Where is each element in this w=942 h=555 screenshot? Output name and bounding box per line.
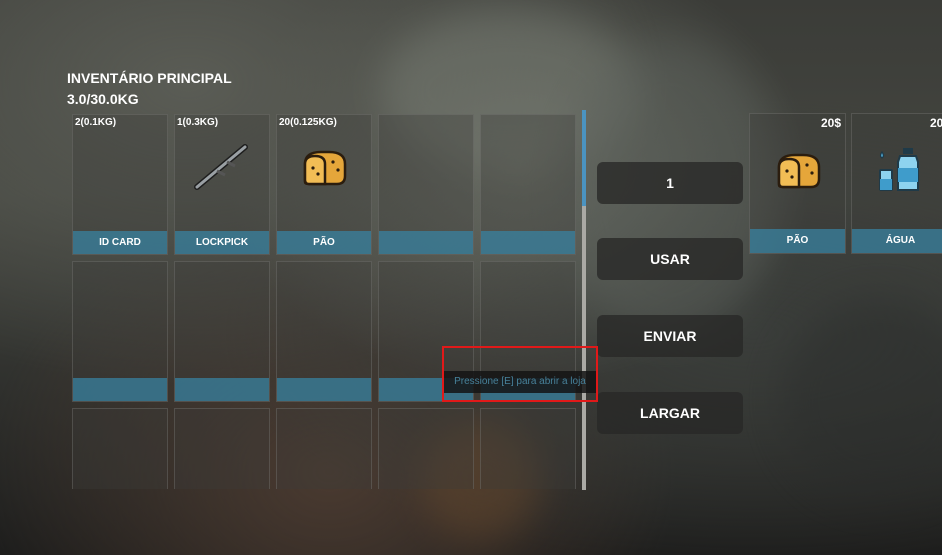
- slot-label: LOCKPICK: [175, 231, 269, 254]
- bread-icon: [277, 137, 371, 197]
- slot-amount: 1(0.3KG): [177, 117, 219, 128]
- inventory-slot-bread[interactable]: 20(0.125KG) PÃO: [276, 114, 372, 255]
- slot-label: [73, 378, 167, 401]
- slot-label: [277, 378, 371, 401]
- highlight-box: [442, 346, 598, 402]
- shop-item-label: PÃO: [750, 229, 845, 253]
- inventory-slot-empty[interactable]: [378, 408, 474, 489]
- lockpick-icon: [175, 137, 269, 197]
- inventory-slot-empty[interactable]: [174, 408, 270, 489]
- inventory-slot-empty[interactable]: [378, 114, 474, 255]
- drop-button[interactable]: LARGAR: [597, 392, 743, 434]
- shop-item-bread[interactable]: 20$ PÃO: [749, 113, 846, 254]
- background-blur: [780, 300, 942, 500]
- inventory-weight: 3.0/30.0KG: [67, 91, 139, 107]
- scrollbar-thumb[interactable]: [582, 110, 586, 206]
- slot-label: [379, 231, 473, 254]
- send-button[interactable]: ENVIAR: [597, 315, 743, 357]
- slot-label: [175, 378, 269, 401]
- shop-item-label: ÁGUA: [852, 229, 942, 253]
- inventory-title: INVENTÁRIO PRINCIPAL: [67, 70, 232, 86]
- inventory-slot-empty[interactable]: [276, 261, 372, 402]
- inventory-slot-lockpick[interactable]: 1(0.3KG) LOCKPICK: [174, 114, 270, 255]
- inventory-scrollbar[interactable]: [582, 110, 586, 490]
- inventory-grid: 2(0.1KG) ID CARD 1(0.3KG) LOCKPICK 20(0.…: [72, 114, 578, 489]
- slot-amount: 20(0.125KG): [279, 117, 337, 128]
- bread-icon: [750, 142, 845, 198]
- use-button[interactable]: USAR: [597, 238, 743, 280]
- shop-item-price: 20$: [930, 116, 942, 130]
- inventory-slot-empty[interactable]: [174, 261, 270, 402]
- slot-label: PÃO: [277, 231, 371, 254]
- inventory-slot-empty[interactable]: [72, 408, 168, 489]
- inventory-slot-empty[interactable]: [480, 114, 576, 255]
- inventory-slot-empty[interactable]: [72, 261, 168, 402]
- quantity-input[interactable]: 1: [597, 162, 743, 204]
- inventory-slot-empty[interactable]: [480, 408, 576, 489]
- inventory-slot-empty[interactable]: [276, 408, 372, 489]
- shop-item-price: 20$: [820, 116, 841, 130]
- water-bottle-icon: [852, 142, 942, 198]
- slot-label: ID CARD: [73, 231, 167, 254]
- inventory-slot-id-card[interactable]: 2(0.1KG) ID CARD: [72, 114, 168, 255]
- shop-item-water[interactable]: 20$ ÁGUA: [851, 113, 942, 254]
- slot-label: [481, 231, 575, 254]
- slot-amount: 2(0.1KG): [75, 117, 117, 128]
